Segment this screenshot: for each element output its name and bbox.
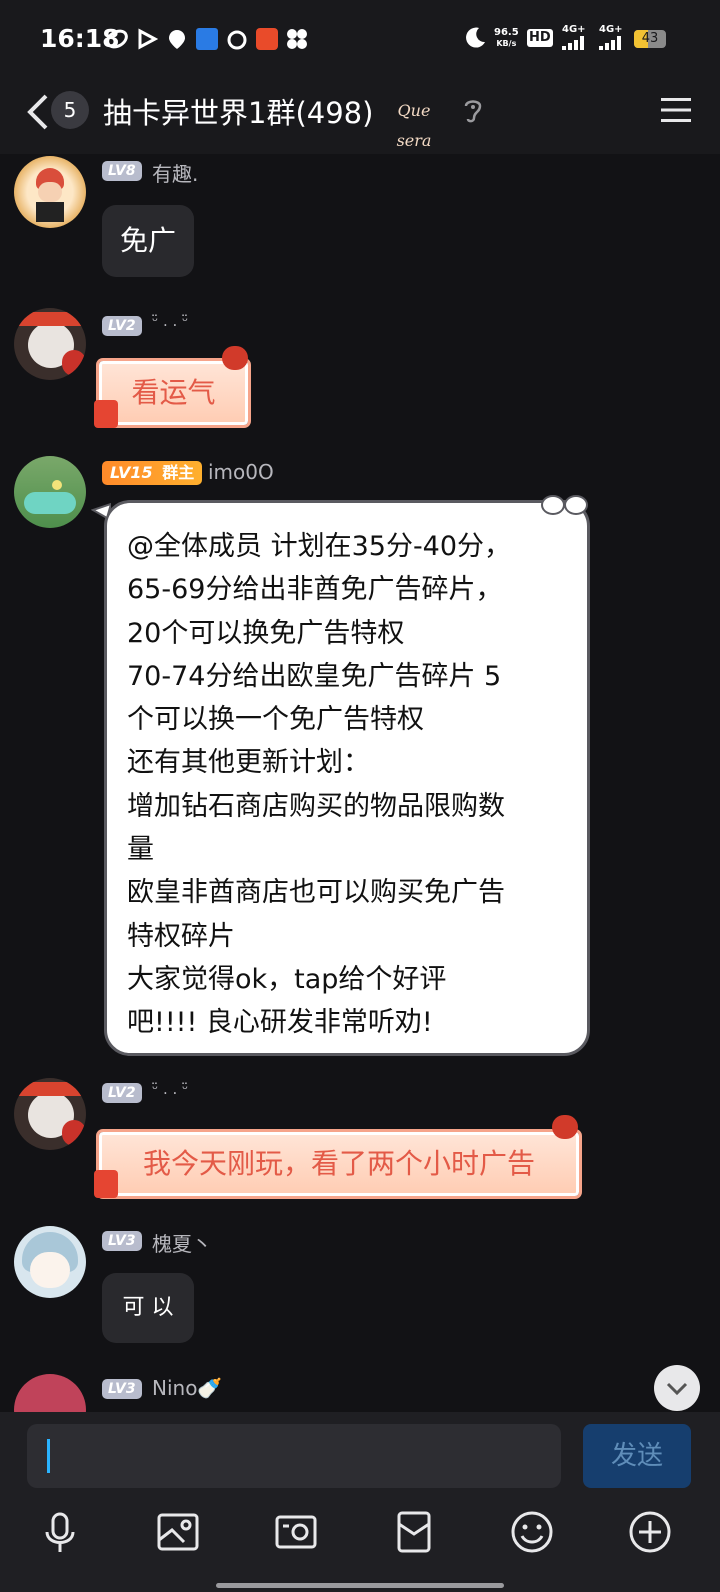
- red-envelope-decoration-icon: [94, 400, 118, 428]
- moon-icon: [466, 27, 485, 48]
- battery-level: 43: [641, 31, 659, 46]
- group-title[interactable]: 抽卡异世界1群(498): [103, 90, 373, 132]
- sender-name[interactable]: 槐夏丶: [152, 1228, 212, 1257]
- avatar[interactable]: [14, 1078, 86, 1150]
- unread-count-badge[interactable]: 5: [51, 91, 89, 129]
- message-text: @全体成员 计划在35分-40分， 65-69分给出非酋免广告碎片， 20个可以…: [127, 531, 512, 1039]
- menu-icon[interactable]: [660, 94, 692, 126]
- net-speed-unit: KB/s: [496, 39, 517, 48]
- sender-name[interactable]: imo0O: [208, 460, 274, 484]
- red-envelope-decoration-icon: [94, 1170, 118, 1198]
- sender-name[interactable]: ᵕ̈ . . ᵕ̈: [152, 312, 188, 330]
- bubble-decoration-icon: [552, 1115, 578, 1139]
- avatar[interactable]: [14, 308, 86, 380]
- message-input[interactable]: [27, 1424, 561, 1488]
- app-notification-icon: [106, 29, 128, 49]
- message-bubble[interactable]: @全体成员 计划在35分-40分， 65-69分给出非酋免广告碎片， 20个可以…: [104, 500, 590, 1056]
- cloud-decoration-icon: [541, 495, 588, 515]
- signal-icon-1: [562, 36, 584, 50]
- message-bubble[interactable]: 免广: [102, 205, 194, 277]
- avatar[interactable]: [14, 456, 86, 528]
- level-badge: LV15 群主: [102, 461, 203, 485]
- netease-icon: [227, 30, 247, 50]
- red-packet-icon[interactable]: [392, 1510, 436, 1554]
- bubble-tail-icon: [91, 502, 111, 520]
- signal-icon-2: [599, 36, 621, 50]
- plus-icon[interactable]: [628, 1510, 672, 1554]
- emoji-icon[interactable]: [510, 1510, 554, 1554]
- camera-icon[interactable]: [274, 1510, 318, 1554]
- send-button[interactable]: 发送: [583, 1424, 691, 1488]
- play-icon: [138, 28, 158, 50]
- network-type-1: 4G+: [562, 24, 586, 35]
- message-bubble[interactable]: 看运气: [99, 361, 248, 425]
- battery-icon: 43: [634, 30, 666, 48]
- level-badge: LV3: [102, 1231, 142, 1251]
- app-icon-blue: [196, 28, 218, 50]
- level-text: LV15: [110, 463, 153, 482]
- group-badge-text: Que sera: [396, 101, 432, 150]
- level-badge: LV3: [102, 1379, 142, 1399]
- ear-mode-icon[interactable]: [462, 96, 484, 124]
- level-badge: LV2: [102, 316, 142, 336]
- network-type-2: 4G+: [599, 24, 623, 35]
- microphone-icon[interactable]: [38, 1510, 82, 1554]
- chevron-down-icon: [666, 1382, 688, 1396]
- hd-badge: HD: [527, 29, 553, 47]
- app-icon-red: [256, 28, 278, 50]
- group-owner-badge: 群主: [162, 463, 195, 482]
- pinwheel-icon: [287, 29, 307, 49]
- avatar[interactable]: [14, 1226, 86, 1298]
- image-icon[interactable]: [156, 1510, 200, 1554]
- sender-name[interactable]: ᵕ̈ . . ᵕ̈: [152, 1080, 188, 1098]
- level-badge: LV2: [102, 1083, 142, 1103]
- scroll-to-bottom-button[interactable]: [654, 1365, 700, 1411]
- sender-name[interactable]: Nino🍼: [152, 1376, 222, 1400]
- message-bubble[interactable]: 可 以: [102, 1273, 194, 1343]
- avatar[interactable]: [14, 156, 86, 228]
- net-speed-value: 96.5: [494, 27, 519, 38]
- home-indicator[interactable]: [216, 1583, 504, 1588]
- level-badge: LV8: [102, 161, 142, 181]
- text-cursor: [47, 1439, 50, 1473]
- message-bubble[interactable]: 我今天刚玩，看了两个小时广告: [99, 1132, 579, 1196]
- bubble-decoration-icon: [222, 346, 248, 370]
- sender-name[interactable]: 有趣.: [152, 158, 198, 187]
- group-badge-logo: Que sera: [378, 96, 450, 150]
- location-icon: [169, 30, 185, 49]
